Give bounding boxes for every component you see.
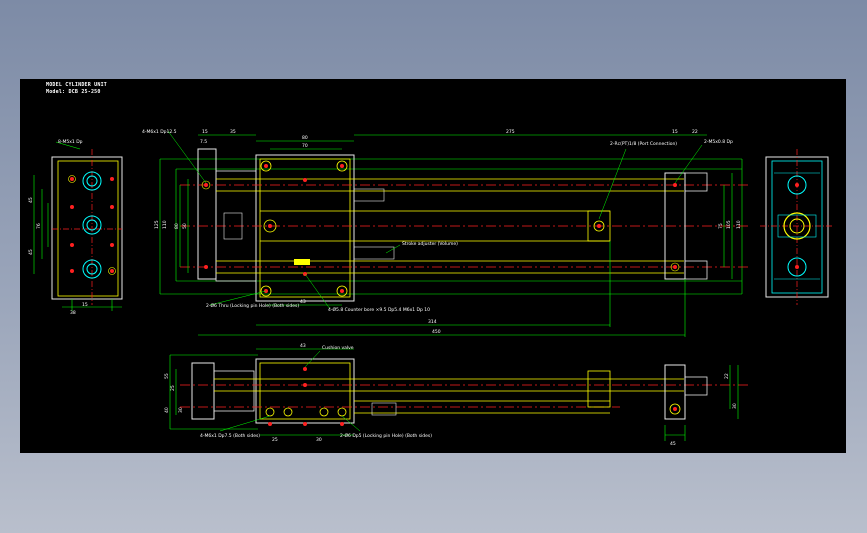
- dim-left-3: 80: [174, 223, 180, 229]
- note-top-left-hole: 8-M5x1 Dp: [58, 139, 83, 145]
- dim-bottom-lower-1: 25: [272, 437, 278, 443]
- cad-drawing: 8-M5x1 Dp 45 76 45 15 38 4-M6x1 Dp12.5 1…: [28, 129, 834, 447]
- dim-top-6: 15: [672, 129, 678, 135]
- dim-bottom-right-1: 22: [724, 373, 730, 379]
- dim-end-view-3: 45: [28, 249, 34, 255]
- dim-left-4: 50: [182, 223, 188, 229]
- dim-end-view-2: 76: [36, 223, 42, 229]
- dim-bottom-left-4: 30: [178, 407, 184, 413]
- dim-bottom-left-1: 55: [164, 373, 170, 379]
- dim-left-1: 125: [154, 220, 160, 229]
- dim-bottom-top: 43: [300, 343, 306, 349]
- dim-right-1: 75: [718, 223, 724, 229]
- dim-top-5: 275: [506, 129, 515, 135]
- dim-end-view-1: 45: [28, 197, 34, 203]
- note-bottom-pin: 2-Ø6 Dp5 (Locking pin Hole) (Both sides): [340, 432, 432, 439]
- dim-bottom-right-3: 45: [670, 441, 676, 447]
- dim-right-2: 105: [726, 220, 732, 229]
- note-port-connection: 2-Rc(PT)1/8 (Port Connection): [610, 141, 677, 147]
- dim-end-view-5: 38: [70, 310, 76, 316]
- dim-overall: 450: [432, 329, 441, 335]
- left-end-view: [33, 141, 123, 311]
- dim-left-2: 110: [162, 220, 168, 229]
- dim-top-3: 80: [302, 135, 308, 141]
- dim-top-2: 35: [230, 129, 236, 135]
- dim-top-7: 22: [692, 129, 698, 135]
- bottom-front-view: [169, 348, 750, 441]
- note-counterbore-left: 2-Ø6 Thru (Locking pin Hole) (Both sides…: [206, 302, 299, 309]
- dim-end-view-4: 15: [82, 302, 88, 308]
- dim-bottom-right-2: 30: [732, 403, 738, 409]
- dim-overall-inner: 314: [428, 319, 437, 325]
- dim-bottom-lower-2: 30: [316, 437, 322, 443]
- note-bottom-thread: 4-M6x1 Dp7.5 (Both sides): [200, 433, 260, 439]
- dim-top-small: 7.5: [200, 139, 207, 145]
- dim-top-4: 70: [302, 143, 308, 149]
- dim-body-depth: 43: [300, 299, 306, 305]
- dim-right-3: 110: [736, 220, 742, 229]
- dim-bottom-left-2: 25: [170, 385, 176, 391]
- dim-top-1: 15: [202, 129, 208, 135]
- note-stroke-adjuster: Stroke adjuster (Volume): [402, 241, 458, 247]
- note-top-left-thread: 4-M6x1 Dp12.5: [142, 129, 177, 135]
- note-counterbore-bottom: 4-Ø5.8 Counter bore ×9.5 Dp5.4 M6x1 Dp 1…: [328, 306, 430, 313]
- dim-bottom-left-3: 40: [164, 407, 170, 413]
- cad-drawing-canvas[interactable]: MODEL CYLINDER UNIT Model: DCB 25-250 8-…: [20, 79, 846, 453]
- note-rear-thread: 2-M5x0.8 Dp: [704, 139, 733, 145]
- note-cushion: Cushion valve: [322, 345, 354, 351]
- right-end-view: [760, 149, 834, 305]
